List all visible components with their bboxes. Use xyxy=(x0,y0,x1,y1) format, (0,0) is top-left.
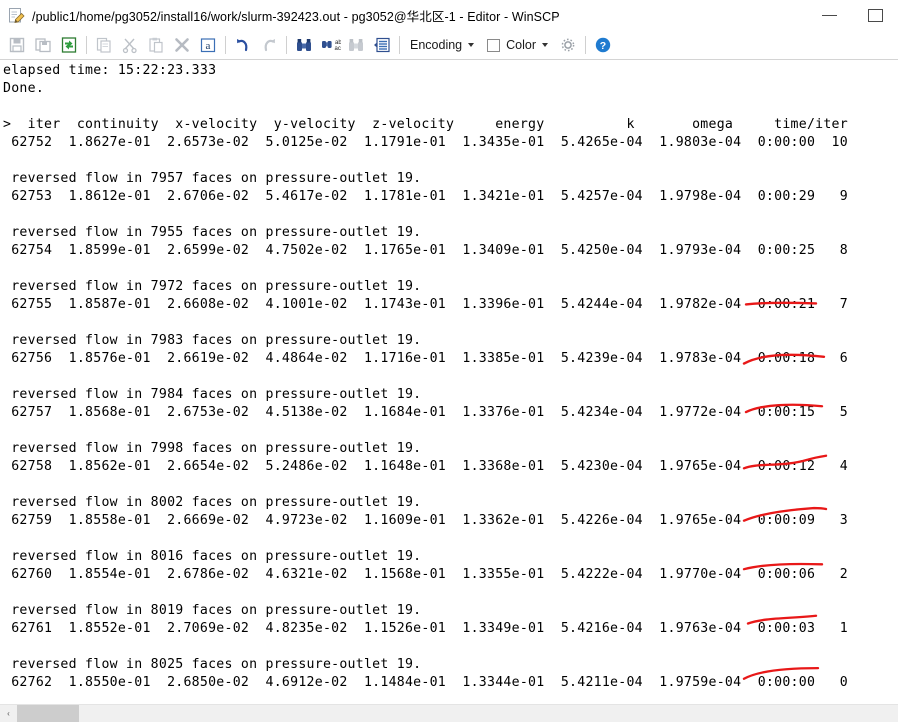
scrollbar-thumb[interactable] xyxy=(17,705,79,722)
replace-button[interactable]: ab ac xyxy=(318,33,342,57)
copy-icon xyxy=(95,36,113,54)
binoculars-icon xyxy=(295,36,313,54)
color-menu-label[interactable]: Color xyxy=(500,38,539,52)
find-again-button[interactable] xyxy=(344,33,368,57)
find-button[interactable] xyxy=(292,33,316,57)
toolbar: a ab ac Encoding Color ? xyxy=(0,31,898,60)
binoculars-again-icon xyxy=(347,36,365,54)
gear-icon xyxy=(559,36,577,54)
goto-line-icon xyxy=(373,36,391,54)
select-all-icon: a xyxy=(199,36,217,54)
paste-button[interactable] xyxy=(144,33,168,57)
delete-button[interactable] xyxy=(170,33,194,57)
preferences-button[interactable] xyxy=(556,33,580,57)
reload-button[interactable] xyxy=(57,33,81,57)
window-controls xyxy=(806,0,898,30)
toolbar-separator xyxy=(286,36,287,54)
scissors-icon xyxy=(121,36,139,54)
winscp-editor-window: /public1/home/pg3052/install16/work/slur… xyxy=(0,0,898,722)
go-to-line-button[interactable] xyxy=(370,33,394,57)
color-swatch[interactable] xyxy=(487,38,501,52)
cut-button[interactable] xyxy=(118,33,142,57)
help-button[interactable]: ? xyxy=(591,33,615,57)
svg-text:?: ? xyxy=(600,40,606,52)
toolbar-separator xyxy=(585,36,586,54)
x-icon xyxy=(173,36,191,54)
reload-icon xyxy=(60,36,78,54)
encoding-chevron-down-icon[interactable] xyxy=(468,43,475,47)
maximize-button[interactable] xyxy=(852,0,898,30)
color-chevron-down-icon[interactable] xyxy=(542,43,548,47)
toolbar-separator xyxy=(86,36,87,54)
horizontal-scrollbar[interactable]: ‹ xyxy=(0,704,898,722)
window-title: /public1/home/pg3052/install16/work/slur… xyxy=(32,9,560,24)
copy-button[interactable] xyxy=(92,33,116,57)
encoding-menu-label[interactable]: Encoding xyxy=(404,38,465,52)
redo-arrow-icon xyxy=(260,36,278,54)
select-all-button[interactable]: a xyxy=(196,33,220,57)
editor-document-icon xyxy=(8,7,25,24)
undo-button[interactable] xyxy=(231,33,255,57)
replace-abac-icon: ab ac xyxy=(321,36,341,54)
help-question-icon: ? xyxy=(594,36,612,54)
save-button[interactable] xyxy=(5,33,29,57)
toolbar-separator xyxy=(399,36,400,54)
minimize-icon xyxy=(821,14,837,16)
save-as-icon xyxy=(34,36,52,54)
scroll-left-arrow-icon[interactable]: ‹ xyxy=(0,705,17,722)
svg-text:a: a xyxy=(206,40,211,52)
toolbar-separator xyxy=(225,36,226,54)
paste-icon xyxy=(147,36,165,54)
redo-button[interactable] xyxy=(257,33,281,57)
undo-arrow-icon xyxy=(234,36,252,54)
maximize-icon xyxy=(867,8,883,22)
minimize-button[interactable] xyxy=(806,0,852,30)
scrollbar-track[interactable] xyxy=(17,705,898,722)
svg-text:ac: ac xyxy=(335,46,341,52)
title-bar: /public1/home/pg3052/install16/work/slur… xyxy=(0,0,898,31)
save-icon xyxy=(8,36,26,54)
editor-text-area[interactable]: elapsed time: 15:22:23.333 Done. > iter … xyxy=(0,60,898,704)
save-as-button[interactable] xyxy=(31,33,55,57)
log-text-content[interactable]: elapsed time: 15:22:23.333 Done. > iter … xyxy=(0,62,848,704)
